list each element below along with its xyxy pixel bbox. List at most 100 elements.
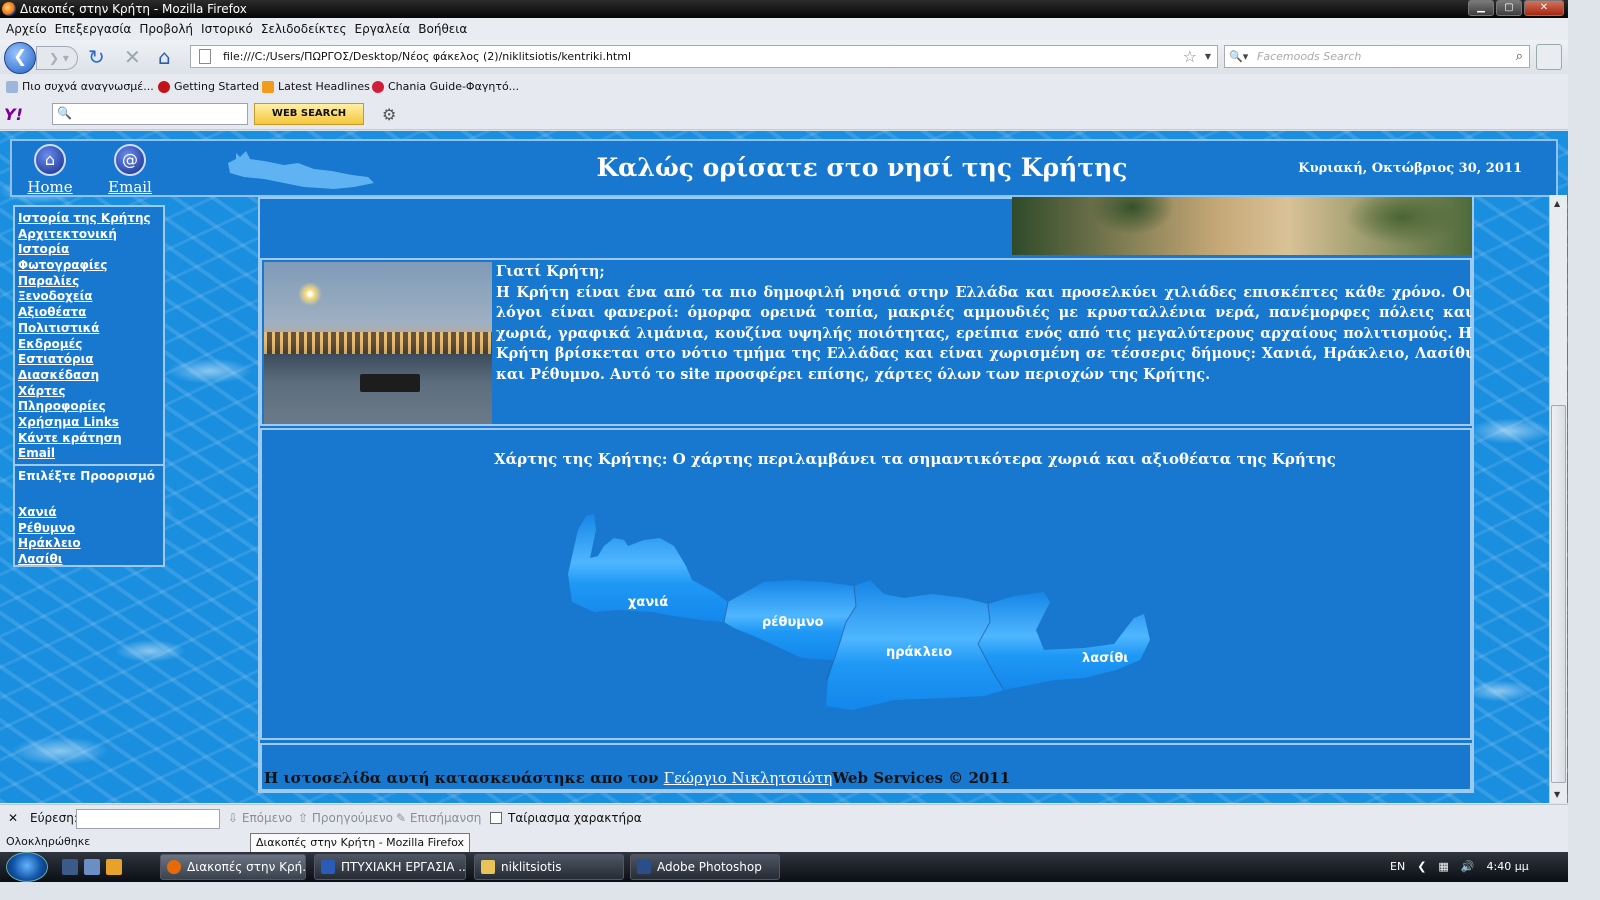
status-text: Ολοκληρώθηκε <box>6 835 91 848</box>
nav-item-links[interactable]: Χρήσημα Links <box>18 415 163 431</box>
forward-button[interactable]: ❯ ▾ <box>36 46 78 70</box>
task-folder[interactable]: niklitsiotis <box>474 854 624 880</box>
start-button[interactable] <box>6 852 48 882</box>
yahoo-web-search-button[interactable]: WEB SEARCH <box>254 103 364 125</box>
destination-rethymno[interactable]: Ρέθυμνο <box>18 521 163 537</box>
task-firefox[interactable]: Διακοπές στην Κρή... <box>160 854 306 880</box>
nav-item-beaches[interactable]: Παραλίες <box>18 274 163 290</box>
navigation-toolbar: ❯ ▾ ↻ ✕ ⌂ file:///C:/Users/ΠΩΡΓΟΣ/Deskto… <box>0 40 1568 74</box>
tray-expand-icon[interactable]: ❮ <box>1417 852 1426 882</box>
menu-file[interactable]: Αρχείο <box>4 18 53 40</box>
home-icon: ⌂ <box>34 144 66 176</box>
stop-icon[interactable]: ✕ <box>124 46 141 68</box>
yahoo-toolbar: Y! 🔍 WEB SEARCH ⚙ <box>0 100 1568 130</box>
minimize-button[interactable]: ▁ <box>1468 0 1494 16</box>
network-icon[interactable]: ▦ <box>1438 852 1448 882</box>
home-link-label[interactable]: Home <box>18 178 82 196</box>
sidebar-toggle-button[interactable] <box>1536 44 1562 70</box>
show-desktop-icon[interactable] <box>62 859 78 875</box>
web-page: ⌂ Home @ Email Καλώς ορίσατε στο νησί τη… <box>0 131 1568 803</box>
nav-item-entertainment[interactable]: Διασκέδαση <box>18 368 163 384</box>
search-go-icon[interactable]: ⌕ <box>1516 46 1523 67</box>
destination-chania[interactable]: Χανιά <box>18 505 163 521</box>
close-button[interactable]: ✕ <box>1524 0 1564 16</box>
map-label-lasithi: λασίθι <box>1082 651 1128 666</box>
author-link[interactable]: Γεώργιο Νικλητσιώτη <box>664 769 833 787</box>
vertical-scrollbar[interactable]: ▲ ▼ <box>1549 195 1567 803</box>
bookmark-chania-guide[interactable]: Chania Guide-Φαγητό... <box>372 80 519 93</box>
email-link-label[interactable]: Email <box>98 178 162 196</box>
bookmark-getting-started[interactable]: Getting Started <box>158 80 259 93</box>
page-icon <box>199 49 211 64</box>
nav-item-excursions[interactable]: Εκδρομές <box>18 337 163 353</box>
tooltip: Διακοπές στην Κρήτη - Mozilla Firefox <box>250 833 470 853</box>
scroll-down-icon[interactable]: ▼ <box>1554 790 1560 799</box>
nav-item-culture[interactable]: Πολιτιστικά <box>18 321 163 337</box>
highlight-button[interactable]: ✎ Επισήμανση <box>396 811 481 825</box>
harbor-photo <box>264 262 492 424</box>
find-input[interactable] <box>76 809 220 829</box>
firefox-icon <box>167 860 181 874</box>
left-navigation: Ιστορία της Κρήτης Αρχιτεκτονική Ιστορία… <box>13 205 165 567</box>
nav-item-photos[interactable]: Φωτογραφίες <box>18 258 163 274</box>
menu-bookmarks[interactable]: Σελιδοδείκτες <box>259 18 353 40</box>
destination-lasithi[interactable]: Λασίθι <box>18 552 163 568</box>
address-bar[interactable]: file:///C:/Users/ΠΩΡΓΟΣ/Desktop/Νέος φάκ… <box>190 45 1218 68</box>
nav-item-history[interactable]: Ιστορία <box>18 242 163 258</box>
find-next-button[interactable]: ⇩ Επόμενο <box>228 811 292 825</box>
search-icon: 🔍 <box>57 106 72 120</box>
url-dropdown-icon[interactable]: ▼ <box>1205 46 1211 67</box>
menu-help[interactable]: Βοήθεια <box>416 18 473 40</box>
nav-item-sights[interactable]: Αξιοθέατα <box>18 305 163 321</box>
yahoo-logo[interactable]: Y! <box>4 105 23 124</box>
url-text: file:///C:/Users/ΠΩΡΓΟΣ/Desktop/Νέος φάκ… <box>223 50 632 63</box>
language-indicator[interactable]: EN <box>1390 852 1405 882</box>
nav-item-maps[interactable]: Χάρτες <box>18 384 163 400</box>
scrollbar-thumb[interactable] <box>1551 405 1566 783</box>
crete-map[interactable]: χανιά ρέθυμνο ηράκλειο λασίθι <box>564 510 1164 720</box>
rss-icon <box>262 80 274 93</box>
search-engine-icon[interactable]: 🔍▾ <box>1229 46 1248 67</box>
find-previous-button[interactable]: ⇧ Προηγούμενο <box>298 811 393 825</box>
home-icon[interactable]: ⌂ <box>158 46 171 68</box>
destination-heraklion[interactable]: Ηράκλειο <box>18 536 163 552</box>
nav-item-crete-history[interactable]: Ιστορία της Κρήτης <box>18 211 163 227</box>
bookmark-most-visited[interactable]: Πιο συχνά αναγνωσμέ... <box>6 80 154 93</box>
map-region-lasithi[interactable] <box>978 592 1150 690</box>
site-header: ⌂ Home @ Email Καλώς ορίσατε στο νησί τη… <box>10 139 1558 197</box>
menu-view[interactable]: Προβολή <box>137 18 199 40</box>
nav-item-architecture[interactable]: Αρχιτεκτονική <box>18 227 163 243</box>
back-button[interactable] <box>4 42 36 74</box>
search-input[interactable]: 🔍▾ Facemoods Search ⌕ <box>1224 45 1530 68</box>
home-link[interactable]: ⌂ Home <box>18 144 82 196</box>
match-case-checkbox[interactable] <box>490 812 502 824</box>
task-photoshop[interactable]: Adobe Photoshop <box>630 854 780 880</box>
flower-icon <box>372 80 384 93</box>
media-player-icon[interactable] <box>106 859 122 875</box>
clock[interactable]: 4:40 μμ <box>1487 852 1529 882</box>
map-label-rethymno: ρέθυμνο <box>762 615 824 630</box>
menu-tools[interactable]: Εργαλεία <box>353 18 417 40</box>
map-caption: Χάρτης της Κρήτης: Ο χάρτης περιλαμβάνει… <box>494 450 1336 468</box>
nav-item-info[interactable]: Πληροφορίες <box>18 399 163 415</box>
volume-icon[interactable]: 🔊 <box>1461 852 1475 882</box>
bookmark-folder-icon <box>6 80 18 93</box>
menu-edit[interactable]: Επεξεργασία <box>53 18 138 40</box>
menu-history[interactable]: Ιστορικό <box>199 18 259 40</box>
email-link[interactable]: @ Email <box>98 144 162 196</box>
nav-item-booking[interactable]: Κάντε κράτηση <box>18 431 163 447</box>
nav-item-restaurants[interactable]: Εστιατόρια <box>18 352 163 368</box>
nav-item-email[interactable]: Email <box>18 446 163 462</box>
bookmark-star-icon[interactable]: ☆ <box>1183 46 1197 67</box>
current-date: Κυριακή, Οκτώβριος 30, 2011 <box>1298 161 1522 176</box>
close-find-icon[interactable]: ✕ <box>8 811 18 825</box>
yahoo-search-input[interactable]: 🔍 <box>52 103 248 125</box>
reload-icon[interactable]: ↻ <box>88 46 105 68</box>
bookmark-latest-headlines[interactable]: Latest Headlines <box>262 80 370 93</box>
scroll-up-icon[interactable]: ▲ <box>1554 199 1560 208</box>
task-word[interactable]: ΠΤΥΧΙΑΚΗ ΕΡΓΑΣΙΑ ... <box>314 854 466 880</box>
switch-windows-icon[interactable] <box>84 859 100 875</box>
maximize-button[interactable]: ▢ <box>1496 0 1522 16</box>
nav-item-hotels[interactable]: Ξενοδοχεία <box>18 289 163 305</box>
gear-icon[interactable]: ⚙ <box>382 105 396 124</box>
